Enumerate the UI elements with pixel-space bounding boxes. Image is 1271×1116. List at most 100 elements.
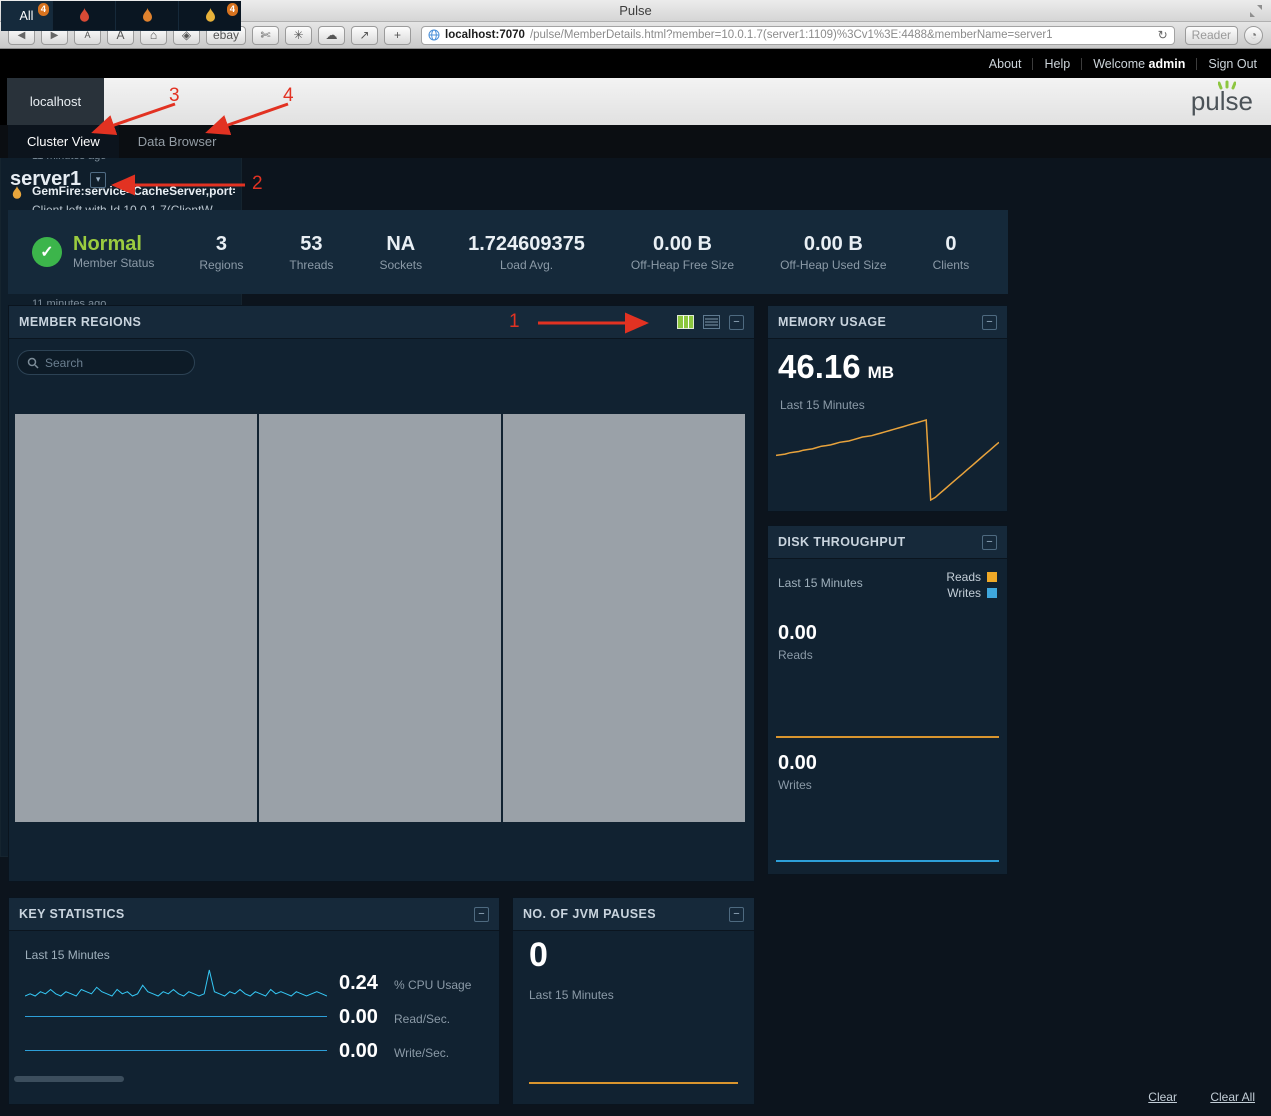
username: admin xyxy=(1149,57,1186,71)
warning-count-badge: 4 xyxy=(227,3,238,16)
treemap-view-icon[interactable] xyxy=(677,315,694,329)
sign-out-link[interactable]: Sign Out xyxy=(1208,57,1257,71)
memory-value: 46.16 xyxy=(778,348,861,386)
cpu-sparkline xyxy=(25,968,327,998)
disk-throughput-title: DISK THROUGHPUT xyxy=(778,535,906,549)
alert-tab-all[interactable]: All 4 xyxy=(1,1,53,31)
memory-usage-title: MEMORY USAGE xyxy=(778,315,886,329)
address-bar[interactable]: localhost:7070 /pulse/MemberDetails.html… xyxy=(421,26,1175,45)
stat-regions: 3Regions xyxy=(176,232,266,272)
collapse-icon[interactable]: − xyxy=(729,315,744,330)
clear-link-bottom[interactable]: Clear xyxy=(1148,1090,1177,1104)
pinwheel-icon[interactable]: ✳ xyxy=(285,26,312,45)
horizontal-scrollbar[interactable] xyxy=(14,1076,124,1082)
reads-sparkline xyxy=(25,1002,327,1032)
writes-value: 0.00 xyxy=(339,1040,385,1063)
url-host: localhost:7070 xyxy=(445,29,525,41)
pulse-logo: pulse xyxy=(1191,86,1253,117)
member-status: ✓ Normal Member Status xyxy=(32,234,154,270)
stat-offheap-free: 0.00 BOff-Heap Free Size xyxy=(608,232,757,272)
alert-tab-warning[interactable]: 4 xyxy=(179,1,241,31)
collapse-icon[interactable]: − xyxy=(982,315,997,330)
app-header: pulse localhost xyxy=(0,78,1271,125)
reader-button[interactable]: Reader xyxy=(1185,26,1238,45)
tab-cluster-view[interactable]: Cluster View xyxy=(8,125,119,158)
jvm-chart-line xyxy=(529,1082,738,1084)
search-input[interactable] xyxy=(45,356,185,370)
flame-yellow-icon xyxy=(204,8,217,23)
member-regions-search xyxy=(17,350,195,375)
share-button[interactable]: ↗ xyxy=(351,26,378,45)
member-name: server1 xyxy=(10,168,81,191)
globe-icon xyxy=(428,29,440,41)
list-view-icon[interactable] xyxy=(703,315,720,329)
cpu-value: 0.24 xyxy=(339,972,385,995)
writes-chart-line xyxy=(776,860,999,862)
disk-writes-value: 0.00 xyxy=(778,752,817,775)
help-link[interactable]: Help xyxy=(1044,57,1070,71)
stat-clients: 0Clients xyxy=(910,232,993,272)
collapse-icon[interactable]: − xyxy=(982,535,997,550)
memory-unit: MB xyxy=(868,363,894,383)
member-regions-title: MEMBER REGIONS xyxy=(19,315,141,329)
alert-tab-critical[interactable] xyxy=(53,1,116,31)
memory-usage-panel: MEMORY USAGE − 46.16 MB Last 15 Minutes xyxy=(767,305,1008,512)
app-topbar: About Help Welcome admin Sign Out xyxy=(0,49,1271,78)
status-label: Normal xyxy=(73,234,154,255)
writes-legend-swatch xyxy=(987,588,997,598)
collapse-icon[interactable]: − xyxy=(474,907,489,922)
top-sites-button[interactable]: ◔ xyxy=(1244,26,1263,45)
stat-threads: 53Threads xyxy=(266,232,356,272)
member-status-bar: ✓ Normal Member Status 3Regions 53Thread… xyxy=(8,210,1008,294)
member-heading: server1 ▾ xyxy=(10,168,106,191)
pulse-leaf-icon xyxy=(1218,80,1236,91)
welcome-text: Welcome admin xyxy=(1093,57,1185,71)
cloud-icon[interactable]: ☁ xyxy=(318,26,345,45)
tab-data-browser[interactable]: Data Browser xyxy=(119,125,236,158)
jvm-pauses-title: NO. OF JVM PAUSES xyxy=(523,907,656,921)
host-tab-localhost[interactable]: localhost xyxy=(7,78,104,125)
refresh-icon[interactable]: ↻ xyxy=(1158,28,1168,42)
memory-caption: Last 15 Minutes xyxy=(780,398,865,412)
writes-label: Write/Sec. xyxy=(394,1046,449,1060)
disk-legend: Reads Writes xyxy=(946,570,997,600)
alert-count-badge: 4 xyxy=(38,3,49,16)
url-path: /pulse/MemberDetails.html?member=10.0.1.… xyxy=(530,29,1153,41)
region-treemap xyxy=(15,414,745,822)
stat-offheap-used: 0.00 BOff-Heap Used Size xyxy=(757,232,910,272)
reads-chart-line xyxy=(776,736,999,738)
annotation-label-2: 2 xyxy=(252,173,263,195)
disk-reads-label: Reads xyxy=(778,648,813,662)
alert-tabs: All 4 4 xyxy=(1,1,241,31)
region-block[interactable] xyxy=(15,414,257,822)
flame-red-icon xyxy=(78,8,91,23)
alert-tab-error[interactable] xyxy=(116,1,179,31)
clipper-icon[interactable]: ✄ xyxy=(252,26,279,45)
disk-caption: Last 15 Minutes xyxy=(778,576,863,590)
jvm-pauses-value: 0 xyxy=(529,936,548,975)
writes-sparkline xyxy=(25,1036,327,1066)
member-dropdown-icon[interactable]: ▾ xyxy=(90,172,106,188)
region-block[interactable] xyxy=(503,414,745,822)
disk-writes-label: Writes xyxy=(778,778,812,792)
disk-throughput-panel: DISK THROUGHPUT − Last 15 Minutes Reads … xyxy=(767,525,1008,875)
stat-sockets: NASockets xyxy=(356,232,445,272)
jvm-pauses-caption: Last 15 Minutes xyxy=(529,988,614,1002)
disk-reads-value: 0.00 xyxy=(778,622,817,645)
fullscreen-icon[interactable] xyxy=(1250,5,1262,17)
new-tab-button[interactable]: + xyxy=(384,26,411,45)
reads-label: Read/Sec. xyxy=(394,1012,450,1026)
status-check-icon: ✓ xyxy=(32,237,62,267)
search-icon xyxy=(27,357,39,369)
clear-all-link-bottom[interactable]: Clear All xyxy=(1210,1090,1255,1104)
region-block[interactable] xyxy=(259,414,501,822)
key-statistics-title: KEY STATISTICS xyxy=(19,907,125,921)
reads-value: 0.00 xyxy=(339,1006,385,1029)
jvm-pauses-panel: NO. OF JVM PAUSES − 0 Last 15 Minutes xyxy=(512,897,755,1105)
memory-usage-chart xyxy=(776,418,999,502)
app-tabs: Cluster View Data Browser xyxy=(0,125,1271,158)
collapse-icon[interactable]: − xyxy=(729,907,744,922)
cpu-label: % CPU Usage xyxy=(394,978,471,992)
reads-legend-swatch xyxy=(987,572,997,582)
about-link[interactable]: About xyxy=(989,57,1022,71)
